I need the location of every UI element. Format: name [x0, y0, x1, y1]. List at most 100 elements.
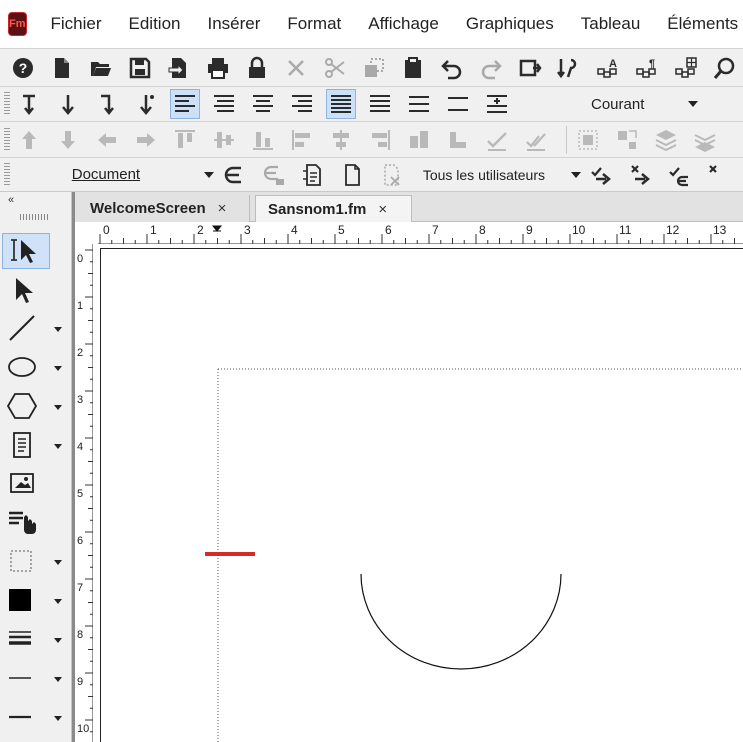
paragraph-style-select[interactable]: Courant: [591, 91, 699, 117]
spell-check-icon[interactable]: [554, 53, 584, 83]
tab-sansnom1[interactable]: Sansnom1.fm ×: [255, 195, 412, 222]
reject-change-icon[interactable]: [626, 160, 656, 190]
document-page[interactable]: [100, 248, 743, 742]
help-icon[interactable]: ?: [8, 53, 38, 83]
menu-tableau[interactable]: Tableau: [581, 14, 641, 34]
align-justify-icon[interactable]: [209, 89, 239, 119]
paragraph-format-icon[interactable]: ¶: [632, 53, 662, 83]
align-obj-left-icon[interactable]: [287, 125, 317, 155]
tab-left-icon[interactable]: [14, 89, 44, 119]
chevron-down-icon[interactable]: [54, 444, 62, 449]
vertical-ruler[interactable]: 0 1 2 3 4 5 6 7 8 9 10: [75, 244, 93, 742]
open-folder-icon[interactable]: [86, 53, 116, 83]
line-spacing-double-icon[interactable]: [404, 89, 434, 119]
save-icon[interactable]: [125, 53, 155, 83]
text-frame-tool[interactable]: [2, 427, 50, 463]
close-doc-icon[interactable]: [281, 53, 311, 83]
hotspot-tool[interactable]: [2, 504, 50, 540]
chevron-down-icon[interactable]: [54, 716, 62, 721]
menu-elements[interactable]: Éléments: [667, 14, 738, 34]
line-tool[interactable]: [2, 310, 50, 346]
horizontal-ruler[interactable]: 0 1 2 3 4 5 6 7 8 9 10 11 12 13: [98, 222, 743, 244]
align-right-icon[interactable]: [287, 89, 317, 119]
close-icon[interactable]: ×: [378, 201, 387, 218]
character-format-icon[interactable]: A: [593, 53, 623, 83]
view-mode-select[interactable]: Document: [72, 162, 215, 188]
accept-all-icon[interactable]: [665, 160, 695, 190]
table-format-icon[interactable]: [671, 53, 701, 83]
document-canvas[interactable]: [93, 244, 743, 742]
redo-icon[interactable]: [476, 53, 506, 83]
chevron-down-icon[interactable]: [54, 638, 62, 643]
accept-change-icon[interactable]: [587, 160, 617, 190]
chevron-down-icon[interactable]: [54, 599, 62, 604]
toolbar-grip[interactable]: [4, 127, 10, 152]
ungroup-icon[interactable]: [612, 125, 642, 155]
menu-edition[interactable]: Edition: [129, 14, 181, 34]
reject-all-icon[interactable]: [704, 160, 734, 190]
arrow-down-icon[interactable]: [53, 125, 83, 155]
conditional-text-icon[interactable]: [220, 160, 250, 190]
chevron-down-icon[interactable]: [54, 366, 62, 371]
align-top-icon[interactable]: [170, 125, 200, 155]
toolbar-grip[interactable]: [4, 162, 10, 187]
bring-front-icon[interactable]: [651, 125, 681, 155]
graphic-frame-tool[interactable]: [2, 466, 50, 502]
oval-tool[interactable]: [2, 349, 50, 385]
panel-grip[interactable]: [20, 214, 50, 220]
align-obj-center-icon[interactable]: [326, 125, 356, 155]
chevron-down-icon[interactable]: [54, 560, 62, 565]
conditional-text-locked-icon[interactable]: [259, 160, 289, 190]
document-report-icon[interactable]: [298, 160, 328, 190]
arrow-up-icon[interactable]: [14, 125, 44, 155]
export-icon[interactable]: [164, 53, 194, 83]
fill-color-tool[interactable]: [2, 582, 50, 618]
menu-graphiques[interactable]: Graphiques: [466, 14, 554, 34]
check-icon[interactable]: [482, 125, 512, 155]
tab-decimal-icon[interactable]: [131, 89, 161, 119]
menu-affichage[interactable]: Affichage: [368, 14, 439, 34]
arrow-left-icon[interactable]: [92, 125, 122, 155]
select-object-tool[interactable]: [2, 272, 50, 308]
paste-icon[interactable]: [398, 53, 428, 83]
group-icon[interactable]: [573, 125, 603, 155]
frame-placeholder-tool[interactable]: [2, 543, 50, 579]
menu-format[interactable]: Format: [287, 14, 341, 34]
toolbar-grip[interactable]: [4, 92, 10, 116]
panel-collapse-button[interactable]: «: [8, 194, 14, 206]
print-icon[interactable]: [203, 53, 233, 83]
menu-fichier[interactable]: Fichier: [51, 14, 102, 34]
users-filter-select[interactable]: Tous les utilisateurs: [423, 162, 581, 188]
blank-document-icon[interactable]: [337, 160, 367, 190]
repeat-icon[interactable]: [515, 53, 545, 83]
close-icon[interactable]: ×: [218, 200, 227, 217]
distribute-icon[interactable]: [404, 125, 434, 155]
tab-right-icon[interactable]: [92, 89, 122, 119]
lock-icon[interactable]: [242, 53, 272, 83]
undo-icon[interactable]: [437, 53, 467, 83]
align-bottom-icon[interactable]: [248, 125, 278, 155]
rotate-icon[interactable]: [443, 125, 473, 155]
find-icon[interactable]: [710, 53, 740, 83]
new-document-icon[interactable]: [47, 53, 77, 83]
smart-select-tool[interactable]: [2, 233, 50, 269]
line-spacing-1-5-icon[interactable]: [365, 89, 395, 119]
chevron-down-icon[interactable]: [54, 327, 62, 332]
line-style-tool[interactable]: [2, 660, 50, 696]
tab-welcomescreen[interactable]: WelcomeScreen ×: [75, 195, 250, 222]
arrow-right-icon[interactable]: [131, 125, 161, 155]
align-left-icon[interactable]: [170, 89, 200, 119]
line-spacing-custom-icon[interactable]: [482, 89, 512, 119]
menu-inserer[interactable]: Insérer: [208, 14, 261, 34]
align-middle-icon[interactable]: [209, 125, 239, 155]
line-spacing-single-icon[interactable]: [326, 89, 356, 119]
copy-icon[interactable]: [359, 53, 389, 83]
chevron-down-icon[interactable]: [54, 405, 62, 410]
line-spacing-triple-icon[interactable]: [443, 89, 473, 119]
line-end-tool[interactable]: [2, 699, 50, 735]
tab-center-icon[interactable]: [53, 89, 83, 119]
chevron-down-icon[interactable]: [54, 677, 62, 682]
check-all-icon[interactable]: [521, 125, 551, 155]
cut-icon[interactable]: [320, 53, 350, 83]
document-delete-icon[interactable]: [376, 160, 406, 190]
